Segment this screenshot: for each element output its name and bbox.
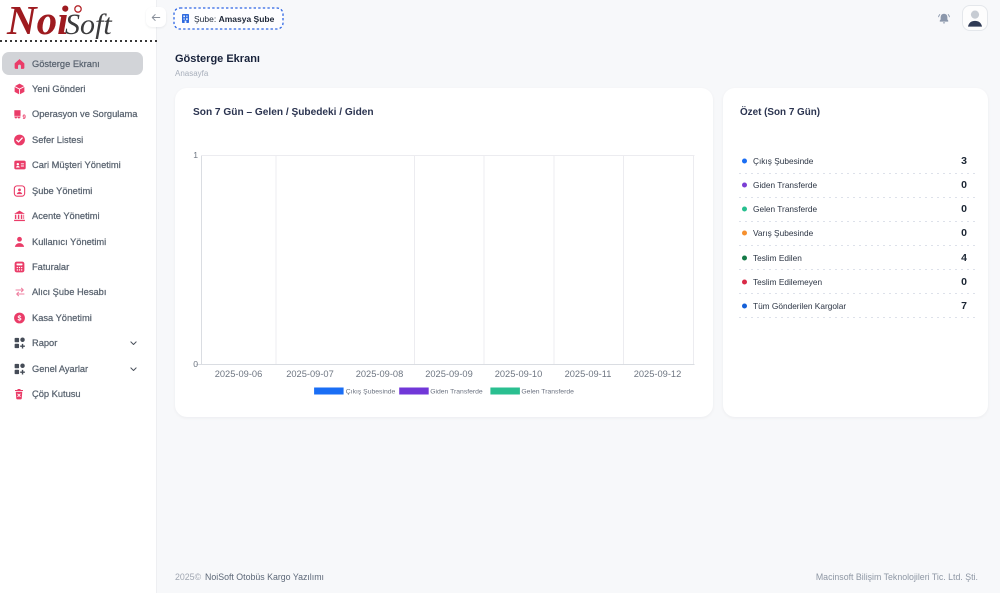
- svg-text:Noi: Noi: [6, 1, 69, 39]
- svg-text:2025-09-11: 2025-09-11: [565, 369, 612, 379]
- svg-text:$: $: [18, 315, 22, 322]
- svg-text:1: 1: [193, 150, 198, 160]
- svg-text:Çıkış Şubesinde: Çıkış Şubesinde: [346, 389, 396, 396]
- svg-text:Soft: Soft: [65, 8, 112, 39]
- svg-text:2025-09-12: 2025-09-12: [634, 369, 682, 379]
- svg-text:Giden Transferde: Giden Transferde: [430, 389, 483, 396]
- svg-text:2025-09-09: 2025-09-09: [425, 369, 473, 379]
- svg-text:2025-09-07: 2025-09-07: [286, 369, 334, 379]
- svg-text:2025-09-08: 2025-09-08: [356, 369, 404, 379]
- svg-text:0: 0: [193, 359, 198, 369]
- svg-text:9: 9: [22, 115, 26, 121]
- svg-text:Gelen Transferde: Gelen Transferde: [521, 389, 574, 396]
- svg-text:2025-09-10: 2025-09-10: [495, 369, 543, 379]
- svg-text:2025-09-06: 2025-09-06: [215, 369, 263, 379]
